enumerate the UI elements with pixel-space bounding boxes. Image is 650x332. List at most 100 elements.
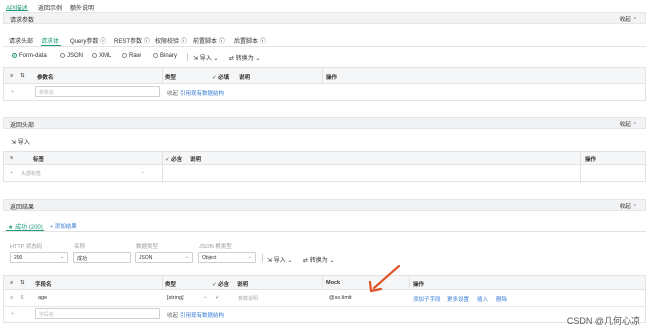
convert-icon: ⇄ xyxy=(303,258,309,264)
import-button[interactable]: ⇲ 导入 xyxy=(11,137,30,146)
tab-rest-params[interactable]: REST参数 ⓘ xyxy=(114,36,150,45)
col-required: ✓ 必填 xyxy=(212,75,230,81)
tab-extra-notes[interactable]: 额外说明 xyxy=(70,3,94,12)
section-title: 返回结果 xyxy=(10,205,35,211)
import-icon: ⇲ xyxy=(193,56,199,62)
add-row-icon[interactable]: + xyxy=(10,170,13,176)
chevron-down-icon[interactable]: ⌄ xyxy=(203,294,208,300)
json-root-type-select[interactable]: Object ⌄ xyxy=(198,252,256,263)
col-mock: Mock xyxy=(326,280,341,286)
label-name: 名称 xyxy=(74,244,86,250)
radio-json[interactable]: JSON xyxy=(60,53,83,59)
collapse-toggle[interactable]: 收起 ⌃ xyxy=(620,120,637,128)
import-button[interactable]: ⇲ 导入 ⌄ xyxy=(193,53,218,62)
tab-request-body[interactable]: 请求体 xyxy=(41,36,59,45)
table-header: ≡ 标签 ✓ 必含 说明 操作 xyxy=(4,152,645,165)
radio-xml[interactable]: XML xyxy=(92,53,111,59)
collapse-toggle[interactable]: 收起 ⌃ xyxy=(620,15,637,23)
divider xyxy=(3,231,646,232)
result-name-input[interactable]: 成功 xyxy=(73,252,131,263)
tab-auth-check[interactable]: 权限校验 ⓘ xyxy=(155,36,187,45)
radio-icon xyxy=(92,53,97,58)
field-type-select[interactable]: [string] xyxy=(167,295,184,301)
radio-icon xyxy=(60,53,65,58)
field-name-value[interactable]: age xyxy=(38,295,47,301)
sort-icon: ⇅ xyxy=(20,73,25,79)
drag-handle-icon: ≡ xyxy=(10,155,14,161)
chevron-down-icon: ⌄ xyxy=(255,56,261,62)
info-icon: ⓘ xyxy=(259,39,266,45)
collapse-toggle[interactable]: 收起 ⌃ xyxy=(620,202,637,210)
chevron-down-icon[interactable]: ⌄ xyxy=(141,169,146,175)
tab-request-headers[interactable]: 请求头部 xyxy=(9,36,33,45)
tab-response-example[interactable]: 返回示例 xyxy=(38,3,62,12)
col-type: 类型 xyxy=(165,75,177,81)
chevron-down-icon: ⌄ xyxy=(287,258,293,264)
divider xyxy=(187,53,188,61)
radio-binary[interactable]: Binary xyxy=(153,53,177,59)
expand-icon[interactable]: ⇕ xyxy=(20,295,25,301)
import-icon: ⇲ xyxy=(267,258,273,264)
radio-icon xyxy=(122,53,127,58)
chevron-up-icon: ⌃ xyxy=(632,204,637,210)
radio-raw[interactable]: Raw xyxy=(122,53,141,59)
response-result-header: 返回结果 收起 ⌃ xyxy=(3,199,646,211)
add-row-icon[interactable]: + xyxy=(11,89,14,95)
data-type-select[interactable]: JSON ⌄ xyxy=(135,252,193,263)
add-child-field-link[interactable]: 添加子字段 xyxy=(413,295,441,303)
info-icon: ⓘ xyxy=(218,39,225,45)
divider xyxy=(3,46,646,47)
check-icon: ✓ xyxy=(212,282,217,288)
radio-form-data[interactable]: Form-data xyxy=(12,53,47,59)
active-tab-underline xyxy=(6,10,28,11)
insert-link[interactable]: 插入 xyxy=(477,295,488,303)
watermark: CSDN @几何心凉 xyxy=(566,316,640,326)
chevron-down-icon: ⌄ xyxy=(247,254,252,260)
annotation-arrow-icon xyxy=(368,264,401,293)
import-button[interactable]: ⇲ 导入 ⌄ xyxy=(267,255,292,264)
info-icon: ⓘ xyxy=(143,39,150,45)
col-type: 类型 xyxy=(165,282,177,288)
ref-existing-structure-link[interactable]: 引用现有数据结构 xyxy=(180,311,224,319)
col-operations: 操作 xyxy=(326,75,338,81)
more-settings-link[interactable]: 更多设置 xyxy=(447,295,469,303)
convert-button[interactable]: ⇄ 转换为 ⌄ xyxy=(303,255,334,264)
add-result-button[interactable]: + 添加结果 xyxy=(50,222,77,230)
col-required: ✓ 必含 xyxy=(165,157,183,163)
divider xyxy=(580,152,581,183)
collapse-row-toggle[interactable]: 收起 xyxy=(167,89,178,97)
header-label-input[interactable]: 头部标签 xyxy=(21,170,41,177)
col-required: ✓ 必含 xyxy=(212,282,230,288)
delete-link[interactable]: 删除 xyxy=(496,295,507,303)
param-name-input[interactable]: 参数名 xyxy=(35,86,160,97)
mock-value-input[interactable]: @so.limit xyxy=(329,295,352,301)
label-http-status: HTTP 状态码 xyxy=(10,244,43,250)
request-params-header: 请求参数 收起 ⌃ xyxy=(3,12,646,24)
add-row-icon[interactable]: + xyxy=(11,311,14,317)
drag-handle-icon: ≡ xyxy=(10,73,14,79)
field-desc-input[interactable]: 参数说明 xyxy=(238,295,258,302)
col-operations: 操作 xyxy=(413,282,425,288)
tab-post-script[interactable]: 后置脚本 ⓘ xyxy=(234,36,266,45)
required-checkbox[interactable]: ✓ xyxy=(215,295,220,301)
request-params-table: ≡ ⇅ 参数名 类型 ✓ 必填 说明 操作 + 参数名 收起 引用现有数据结构 xyxy=(3,67,646,101)
response-fields-table: ≡ ⇅ 字段名 类型 ✓ 必含 说明 Mock 操作 ≡ ⇕ age [stri… xyxy=(3,275,646,323)
sort-icon: ⇅ xyxy=(20,280,25,286)
http-status-select[interactable]: 200 ⌄ xyxy=(10,252,68,263)
col-label: 标签 xyxy=(33,157,45,163)
table-header: ≡ ⇅ 参数名 类型 ✓ 必填 说明 操作 xyxy=(4,68,645,84)
convert-button[interactable]: ⇄ 转换为 ⌄ xyxy=(229,53,260,62)
label-data-type: 数据类型 xyxy=(136,244,159,250)
chevron-down-icon: ⌄ xyxy=(329,258,335,264)
drag-handle-icon[interactable]: ≡ xyxy=(10,295,13,301)
divider xyxy=(322,68,323,84)
tab-pre-script[interactable]: 前置脚本 ⓘ xyxy=(193,36,225,45)
tab-query-params[interactable]: Query参数 ⓘ xyxy=(70,36,106,45)
import-icon: ⇲ xyxy=(11,140,17,146)
collapse-row-toggle[interactable]: 收起 xyxy=(167,311,178,319)
ref-existing-structure-link[interactable]: 引用现有数据结构 xyxy=(180,89,224,97)
chevron-down-icon: ⌄ xyxy=(213,56,219,62)
check-icon: ✓ xyxy=(165,157,170,163)
col-operations: 操作 xyxy=(585,157,597,163)
field-name-input[interactable]: 字段名 xyxy=(35,308,160,319)
